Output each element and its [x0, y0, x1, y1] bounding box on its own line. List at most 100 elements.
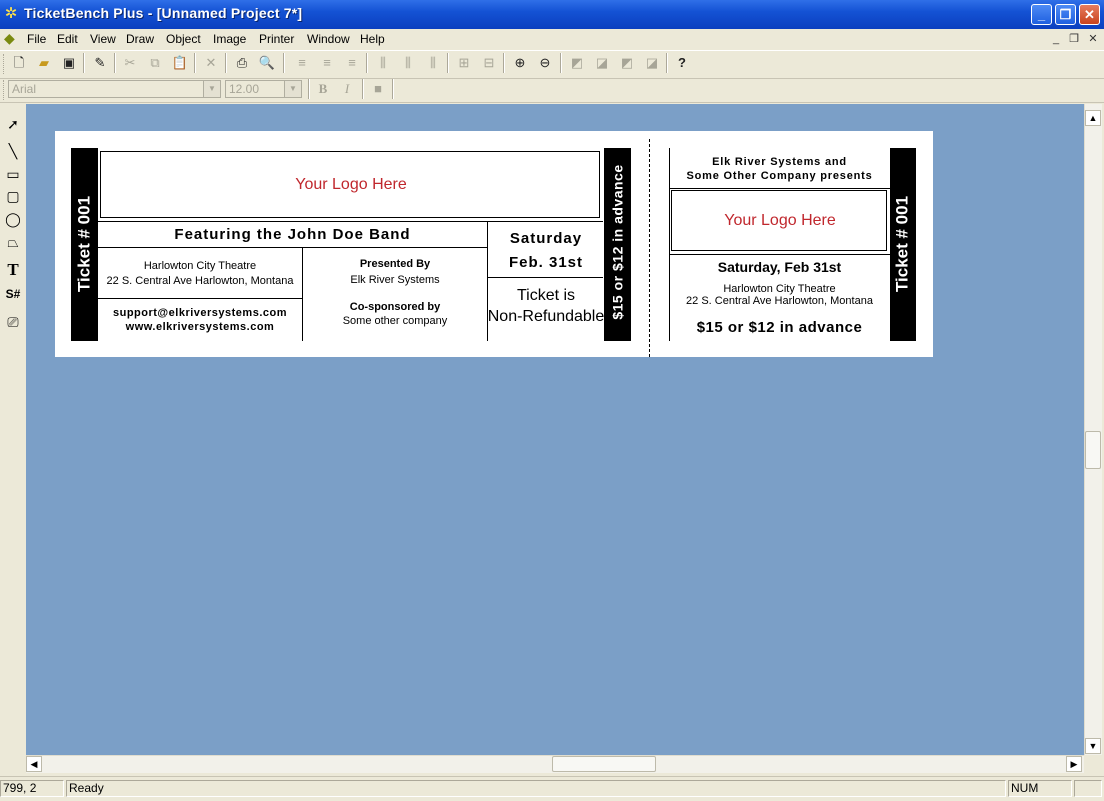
print-preview-icon[interactable]: 🔍: [257, 53, 277, 73]
paste-icon[interactable]: 📋: [170, 53, 190, 73]
align-right-icon[interactable]: ≡: [342, 53, 362, 73]
chevron-down-icon[interactable]: ▼: [203, 81, 220, 97]
menu-draw[interactable]: Draw: [126, 31, 154, 47]
italic-button[interactable]: I: [337, 79, 357, 99]
horizontal-scroll-thumb[interactable]: [552, 756, 656, 772]
vertical-scrollbar[interactable]: ▲ ▼: [1084, 104, 1102, 755]
presented-by-label: Presented By: [359, 258, 431, 270]
rectangle-tool-icon[interactable]: ▭: [3, 164, 23, 184]
menu-bar: ◆ File Edit View Draw Object Image Print…: [0, 29, 1104, 49]
minimize-button[interactable]: _: [1031, 4, 1052, 25]
align-middle-icon[interactable]: ⫼: [398, 53, 418, 73]
horizontal-scrollbar[interactable]: ◀ ▶: [26, 755, 1084, 773]
font-select-value: Arial: [12, 82, 37, 96]
bring-to-front-icon[interactable]: ◩: [567, 53, 587, 73]
separator: [83, 53, 85, 73]
title-bar: ✲ TicketBench Plus - [Unnamed Project 7*…: [0, 0, 1104, 29]
logo-box[interactable]: Your Logo Here: [100, 151, 600, 218]
right-logo-placeholder: Your Logo Here: [724, 212, 836, 229]
separator: [225, 53, 227, 73]
bring-forward-icon[interactable]: ◩: [617, 53, 637, 73]
mdi-restore-button[interactable]: ❐: [1066, 32, 1082, 46]
drawing-toolbox: ➚ ╲ ▭ ▢ ◯ ⏢ T S# ⎚: [0, 104, 27, 754]
event-date: Feb. 31st: [508, 254, 584, 271]
vertical-scroll-thumb[interactable]: [1085, 431, 1101, 469]
feature-headline: Featuring the John Doe Band: [174, 226, 411, 243]
menu-image[interactable]: Image: [213, 31, 246, 47]
close-button[interactable]: ✕: [1079, 4, 1100, 25]
center-vertical-icon[interactable]: ⊟: [479, 53, 499, 73]
event-day: Saturday: [509, 230, 583, 247]
pointer-icon[interactable]: ➚: [3, 114, 23, 134]
standard-toolbar: 🗋 ▰ ▣ ✎ ✂ ⧉ 📋 ✕ ⎙ 🔍 ≡ ≡ ≡ ⫼ ⫼ ⫼ ⊞ ⊟ ⊕ ⊖ …: [0, 50, 1104, 79]
cosponsor-name: Some other company: [342, 315, 448, 327]
scroll-down-button[interactable]: ▼: [1085, 738, 1101, 754]
separator: [194, 53, 196, 73]
menu-file[interactable]: File: [27, 31, 46, 47]
font-select[interactable]: Arial ▼: [8, 80, 221, 98]
help-icon[interactable]: ?: [672, 53, 692, 73]
price-vertical: $15 or $12 in advance: [609, 164, 626, 320]
copy-icon[interactable]: ⧉: [145, 53, 165, 73]
zoom-in-icon[interactable]: ⊕: [510, 53, 530, 73]
separator: [392, 79, 394, 99]
polygon-tool-icon[interactable]: ⏢: [3, 232, 23, 252]
align-center-icon[interactable]: ≡: [317, 53, 337, 73]
open-folder-icon[interactable]: ▰: [34, 53, 54, 73]
menu-window[interactable]: Window: [307, 31, 350, 47]
delete-icon[interactable]: ✕: [201, 53, 221, 73]
ticket-number-stub-right[interactable]: Ticket # 001: [890, 148, 916, 341]
ticket-number-stub-left[interactable]: Ticket # 001: [71, 148, 98, 341]
text-tool-icon[interactable]: T: [3, 260, 23, 280]
zoom-out-icon[interactable]: ⊖: [535, 53, 555, 73]
save-icon[interactable]: ▣: [59, 53, 79, 73]
rounded-rectangle-tool-icon[interactable]: ▢: [3, 186, 23, 206]
print-icon[interactable]: ⎙: [232, 53, 252, 73]
perforation-line: [649, 139, 650, 357]
new-icon[interactable]: 🗋: [9, 53, 29, 73]
app-icon[interactable]: ✲: [3, 6, 19, 22]
menu-object[interactable]: Object: [166, 31, 201, 47]
mdi-minimize-button[interactable]: _: [1048, 32, 1064, 46]
font-size-select[interactable]: 12.00 ▼: [225, 80, 302, 98]
serial-number-tool-icon[interactable]: S#: [3, 284, 23, 304]
menu-help[interactable]: Help: [360, 31, 385, 47]
venue-name: Harlowton City Theatre: [143, 260, 257, 272]
menu-view[interactable]: View: [90, 31, 116, 47]
chevron-down-icon[interactable]: ▼: [284, 81, 301, 97]
wand-icon[interactable]: ✎: [90, 53, 110, 73]
toolbar-grip[interactable]: [3, 54, 7, 74]
right-venue-address: 22 S. Central Ave Harlowton, Montana: [686, 295, 873, 307]
font-size-value: 12.00: [229, 82, 260, 96]
align-bottom-icon[interactable]: ⫼: [423, 53, 443, 73]
scroll-up-button[interactable]: ▲: [1085, 110, 1101, 126]
price-stub[interactable]: $15 or $12 in advance: [604, 148, 631, 341]
maximize-button[interactable]: ❐: [1055, 4, 1076, 25]
ticket-number-left: Ticket # 001: [74, 195, 94, 293]
ellipse-tool-icon[interactable]: ◯: [3, 209, 23, 229]
color-fill-icon[interactable]: ■: [368, 79, 388, 99]
center-horizontal-icon[interactable]: ⊞: [454, 53, 474, 73]
presenter-name: Elk River Systems: [350, 274, 440, 286]
cut-icon[interactable]: ✂: [120, 53, 140, 73]
menu-printer[interactable]: Printer: [259, 31, 294, 47]
image-tool-icon[interactable]: ⎚: [3, 312, 23, 332]
right-event-date: Saturday, Feb 31st: [717, 259, 842, 275]
ticket-page[interactable]: Ticket # 001 Your Logo Here Featuring th…: [55, 131, 933, 357]
status-panel-empty: [1074, 780, 1102, 797]
toolbar-grip[interactable]: [3, 80, 7, 100]
menu-edit[interactable]: Edit: [57, 31, 78, 47]
line-tool-icon[interactable]: ╲: [3, 141, 23, 161]
align-left-icon[interactable]: ≡: [292, 53, 312, 73]
mdi-close-button[interactable]: ✕: [1085, 32, 1101, 46]
scroll-right-button[interactable]: ▶: [1066, 756, 1082, 772]
ticket-number-right: Ticket # 001: [892, 195, 912, 293]
scroll-left-button[interactable]: ◀: [26, 756, 42, 772]
align-top-icon[interactable]: ⫼: [373, 53, 393, 73]
separator: [560, 53, 562, 73]
send-backward-icon[interactable]: ◪: [642, 53, 662, 73]
bold-button[interactable]: B: [313, 79, 333, 99]
document-icon[interactable]: ◆: [4, 30, 20, 46]
right-logo-box[interactable]: Your Logo Here: [671, 190, 887, 251]
send-to-back-icon[interactable]: ◪: [592, 53, 612, 73]
